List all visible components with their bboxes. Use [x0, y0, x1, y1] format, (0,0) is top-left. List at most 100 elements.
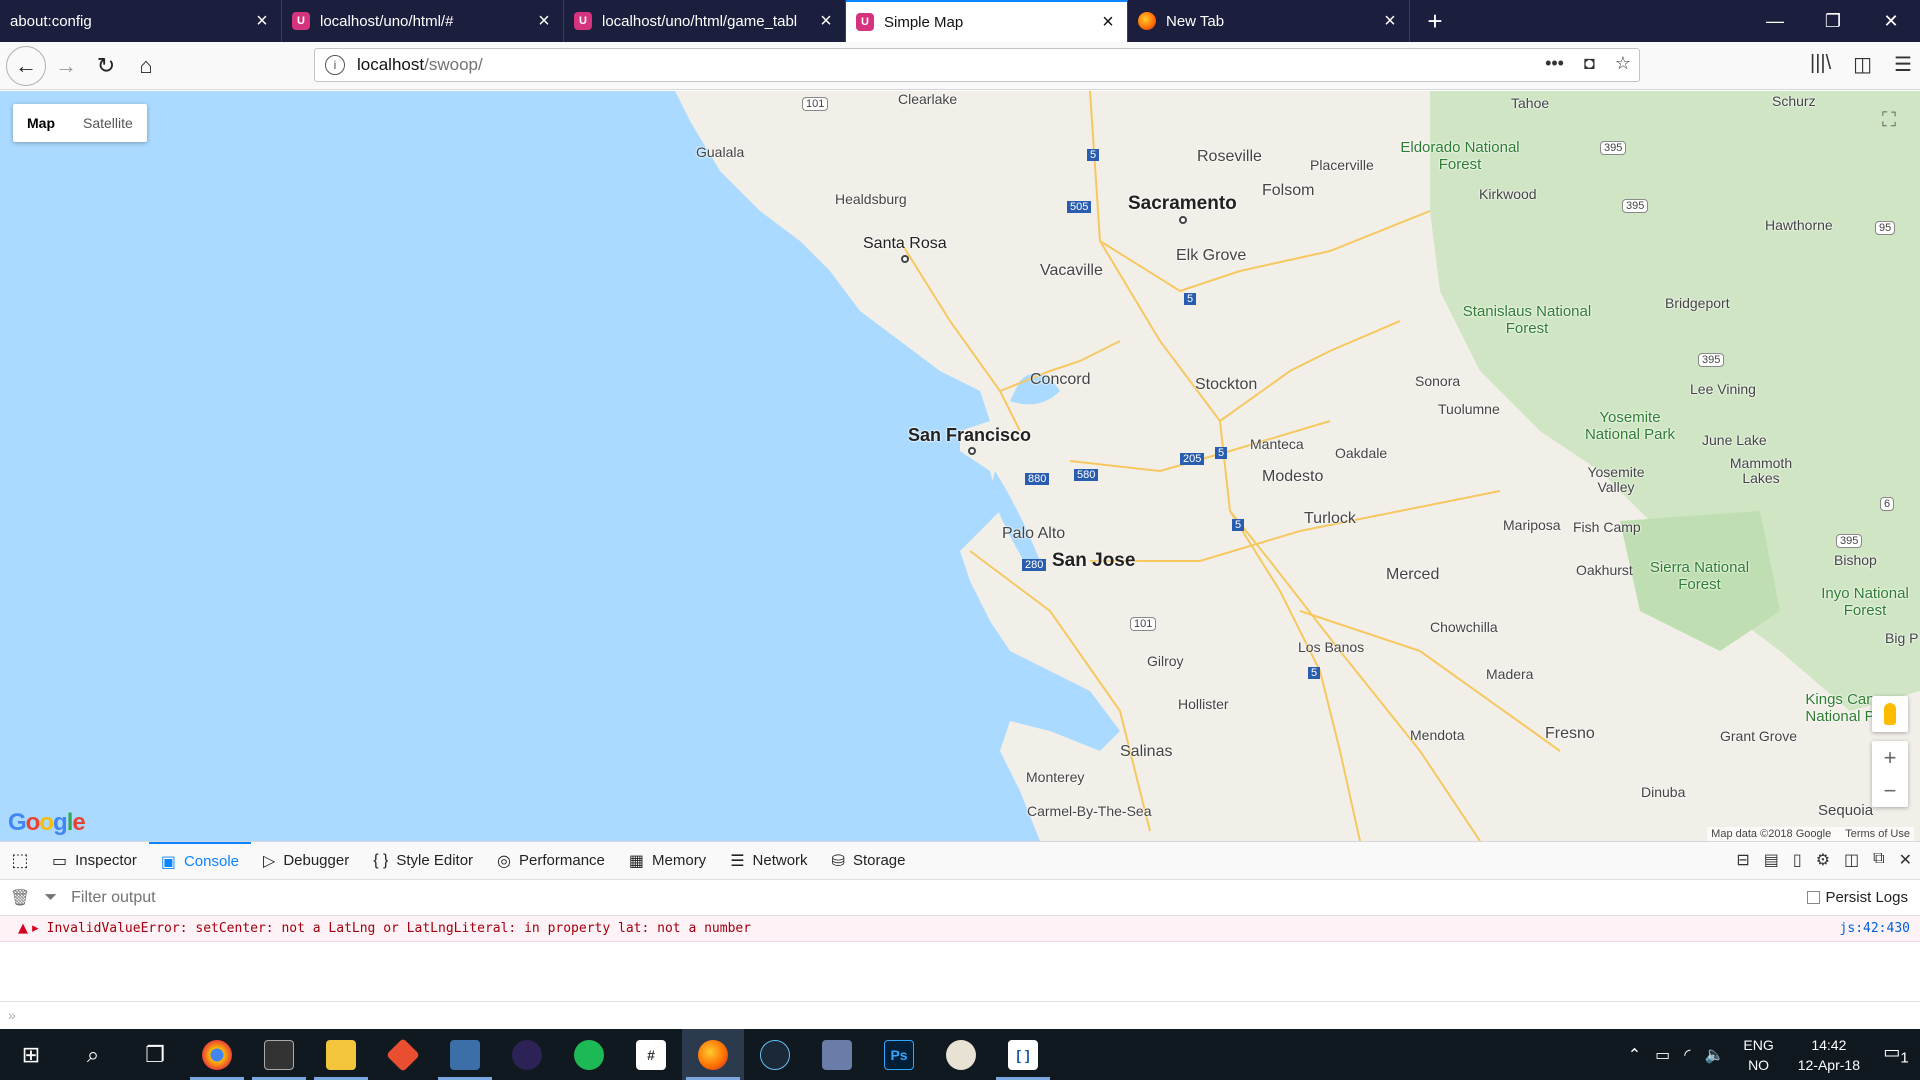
element-picker-icon[interactable]: ⬚ [0, 850, 40, 871]
library-icon[interactable]: |||\ [1810, 52, 1831, 77]
language-indicator[interactable]: ENG NO [1731, 1035, 1785, 1075]
devtools-tab-memory[interactable]: ▦ Memory [617, 842, 718, 880]
map-label: Vacaville [1040, 262, 1103, 279]
close-tab-icon[interactable]: × [535, 11, 553, 31]
spotify-icon[interactable] [558, 1029, 620, 1080]
app-icon[interactable] [806, 1029, 868, 1080]
eclipse-icon[interactable] [496, 1029, 558, 1080]
map-label: Turlock [1304, 510, 1356, 527]
terminal-icon[interactable] [248, 1029, 310, 1080]
map-label: San Jose [1052, 550, 1136, 571]
clock[interactable]: 14:42 12-Apr-18 [1786, 1035, 1872, 1075]
highway-shield: 5 [1308, 667, 1321, 679]
photoshop-icon[interactable]: Ps [868, 1029, 930, 1080]
steam-icon[interactable] [744, 1029, 806, 1080]
devtools-tab-network[interactable]: ☰ Network [718, 842, 819, 880]
trash-icon[interactable]: 🗑 [10, 888, 30, 908]
firefox-taskbar-icon[interactable] [682, 1029, 744, 1080]
forward-button[interactable]: → [46, 46, 86, 86]
close-tab-icon[interactable]: × [817, 11, 835, 31]
close-tab-icon[interactable]: × [1381, 11, 1399, 31]
highway-shield: 5 [1087, 149, 1100, 161]
map-label: Tuolumne [1438, 401, 1500, 417]
git-icon[interactable] [372, 1029, 434, 1080]
persist-logs-checkbox[interactable] [1807, 891, 1821, 904]
chrome-icon[interactable] [186, 1029, 248, 1080]
close-window-icon[interactable]: ✕ [1862, 0, 1920, 42]
slack-icon[interactable]: # [620, 1029, 682, 1080]
fullscreen-icon[interactable]: ⛶ [1870, 101, 1908, 139]
tab-new-tab[interactable]: New Tab × [1128, 0, 1410, 42]
split-console-icon[interactable]: ⊟ [1736, 850, 1749, 870]
new-tab-button[interactable]: + [1410, 0, 1460, 42]
file-explorer-icon[interactable] [310, 1029, 372, 1080]
wifi-icon[interactable]: ◜ [1677, 1045, 1697, 1065]
chevron-up-icon[interactable]: ⌃ [1621, 1045, 1648, 1065]
restore-icon[interactable]: ❐ [1804, 0, 1862, 42]
park-label: Yosemite National Park [1584, 409, 1676, 443]
paint-icon[interactable] [930, 1029, 992, 1080]
devtools-tab-console[interactable]: ▣ Console [148, 841, 251, 880]
lang-top: ENG [1743, 1036, 1774, 1053]
zoom-in-button[interactable]: + [1872, 741, 1908, 774]
close-tab-icon[interactable]: × [253, 11, 271, 31]
frame-select-icon[interactable]: ▤ [1764, 850, 1779, 870]
notification-center-icon[interactable]: ▭1 [1872, 1042, 1920, 1067]
sidebar-icon[interactable]: ◫ [1853, 52, 1872, 77]
map-label: Sequoia [1818, 802, 1874, 819]
site-info-icon[interactable]: i [325, 55, 345, 75]
close-devtools-icon[interactable]: ✕ [1899, 850, 1912, 870]
bookmark-star-icon[interactable]: ☆ [1615, 53, 1631, 74]
hamburger-menu-icon[interactable]: ☰ [1894, 52, 1912, 77]
devtools-tab-style-editor[interactable]: { } Style Editor [361, 842, 485, 880]
responsive-design-icon[interactable]: ▯ [1793, 850, 1802, 870]
dock-side-icon[interactable]: ◫ [1844, 850, 1859, 870]
devtools-tab-inspector[interactable]: ▭ Inspector [40, 842, 149, 880]
map-label: Salinas [1120, 743, 1173, 760]
undock-icon[interactable]: ⧉ [1873, 850, 1884, 870]
google-map[interactable]: Map Satellite ⛶ Clearlake Gualala Healds… [0, 91, 1920, 841]
pocket-icon[interactable]: ◘ [1584, 53, 1595, 74]
page-actions-icon[interactable]: ••• [1545, 53, 1564, 74]
devtools-tab-performance[interactable]: ◎ Performance [485, 842, 617, 880]
minimize-icon[interactable]: — [1746, 0, 1804, 42]
windows-start-icon[interactable]: ⊞ [0, 1029, 62, 1080]
battery-icon[interactable]: ▭ [1648, 1045, 1677, 1065]
back-button[interactable]: ← [6, 45, 46, 86]
map-label: Grant Grove [1720, 728, 1798, 744]
console-error-row[interactable]: ▲ ▸ InvalidValueError: setCenter: not a … [0, 916, 1920, 942]
console-input[interactable]: » [0, 1001, 1920, 1030]
map-label: Hollister [1178, 696, 1229, 712]
close-tab-icon[interactable]: × [1099, 12, 1117, 32]
map-type-satellite-button[interactable]: Satellite [69, 104, 147, 142]
home-button[interactable]: ⌂ [126, 46, 166, 86]
tab-uno-html[interactable]: U localhost/uno/html/# × [282, 0, 564, 42]
volume-icon[interactable]: 🔈 [1697, 1045, 1731, 1065]
url-bar[interactable]: i localhost/swoop/ ••• ◘ ☆ [314, 48, 1640, 82]
tab-uno-game-table[interactable]: U localhost/uno/html/game_tabl × [564, 0, 846, 42]
tab-about-config[interactable]: about:config × [0, 0, 282, 42]
map-label: San Francisco [908, 425, 1032, 445]
search-icon[interactable]: ⌕ [62, 1029, 124, 1080]
filter-output-input[interactable]: Filter output [71, 889, 155, 907]
devtools-tab-debugger[interactable]: ▷ Debugger [251, 842, 361, 880]
brackets-icon[interactable]: [ ] [992, 1029, 1054, 1080]
devtools-panel: ⬚ ▭ Inspector ▣ Console ▷ Debugger { } Style… [0, 841, 1920, 1029]
ide-icon[interactable] [434, 1029, 496, 1080]
map-type-map-button[interactable]: Map [13, 104, 69, 142]
tab-simple-map[interactable]: U Simple Map × [846, 0, 1128, 42]
notification-count: 1 [1900, 1049, 1909, 1067]
settings-gear-icon[interactable]: ⚙ [1816, 850, 1830, 870]
devtools-tab-storage[interactable]: ⛁ Storage [820, 842, 918, 880]
persist-logs-toggle[interactable]: Persist Logs [1807, 889, 1908, 906]
error-location-link[interactable]: js:42:430 [1840, 921, 1910, 936]
google-logo[interactable]: Google [8, 809, 86, 837]
task-view-icon[interactable]: ❐ [124, 1029, 186, 1080]
clock-time: 14:42 [1811, 1036, 1847, 1053]
map-label: Clearlake [898, 91, 958, 107]
zoom-out-button[interactable]: − [1872, 774, 1908, 807]
reload-button[interactable]: ↻ [86, 46, 126, 86]
map-label: Mendota [1410, 727, 1465, 743]
street-view-pegman-icon[interactable] [1872, 696, 1908, 732]
terms-of-use-link[interactable]: Terms of Use [1845, 828, 1910, 840]
